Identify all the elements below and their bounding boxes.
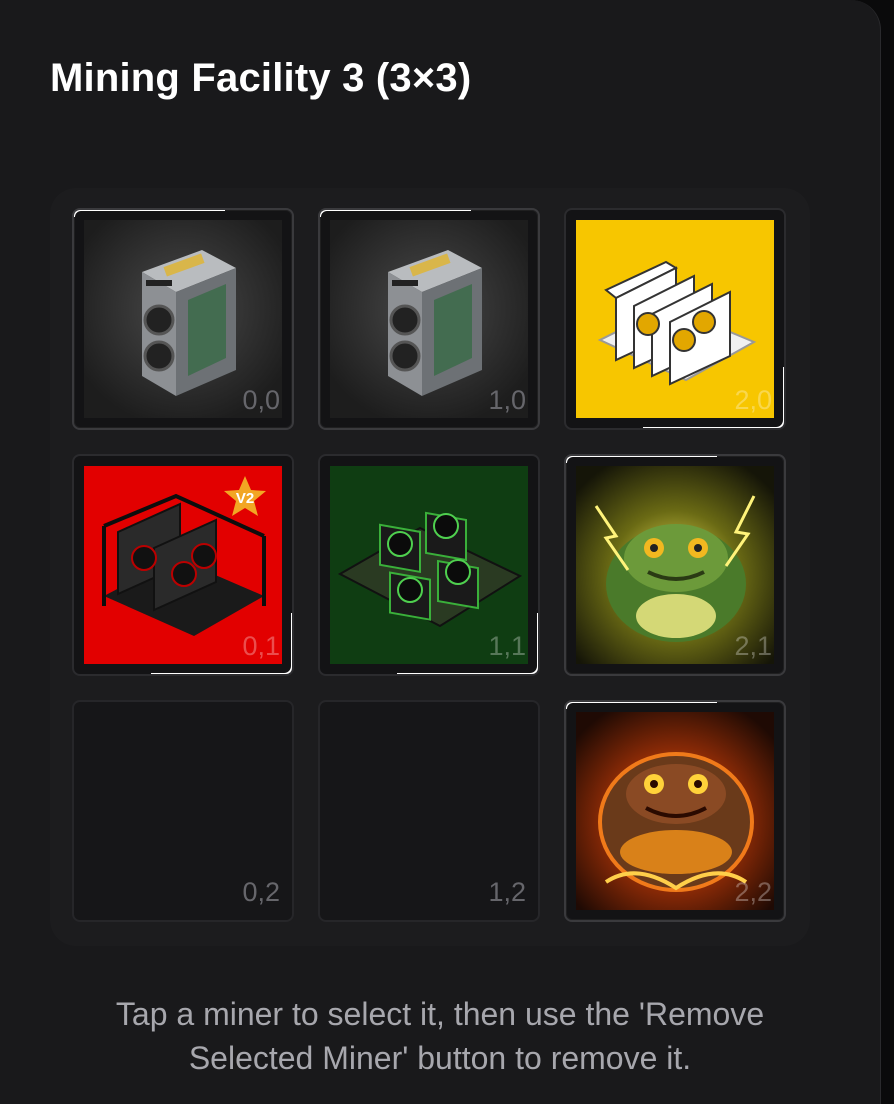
facility-panel: Mining Facility 3 (3×3) 0,0 1,0 2,0 V2 0… bbox=[0, 0, 881, 1104]
grid-cell-2-2[interactable]: 2,2 bbox=[564, 700, 786, 922]
cell-coordinate: 0,2 bbox=[242, 877, 280, 907]
miner-grid: 0,0 1,0 2,0 V2 0,1 1,1 2,1 0,2 1,2 2,2 bbox=[50, 188, 810, 946]
grid-cell-2-0[interactable]: 2,0 bbox=[564, 208, 786, 430]
cell-coordinate: 2,2 bbox=[734, 877, 772, 907]
grid-cell-1-0[interactable]: 1,0 bbox=[318, 208, 540, 430]
grid-cell-0-0[interactable]: 0,0 bbox=[72, 208, 294, 430]
facility-title: Mining Facility 3 (3×3) bbox=[50, 56, 472, 100]
fpga-board-green-image bbox=[330, 466, 528, 664]
grid-cell-1-2[interactable]: 1,2 bbox=[318, 700, 540, 922]
grid-cell-0-2[interactable]: 0,2 bbox=[72, 700, 294, 922]
cell-coordinate: 0,1 bbox=[242, 631, 280, 661]
grid-cell-1-1[interactable]: 1,1 bbox=[318, 454, 540, 676]
cell-coordinate: 1,2 bbox=[488, 877, 526, 907]
grid-cell-0-1[interactable]: V2 0,1 bbox=[72, 454, 294, 676]
cell-coordinate: 2,0 bbox=[734, 385, 772, 415]
instruction-line-2: Selected Miner' button to remove it. bbox=[188, 1040, 692, 1076]
cell-coordinate: 1,1 bbox=[488, 631, 526, 661]
grid-cell-2-1[interactable]: 2,1 bbox=[564, 454, 786, 676]
instruction-text: Tap a miner to select it, then use the '… bbox=[60, 992, 820, 1080]
instruction-line-1: Tap a miner to select it, then use the '… bbox=[115, 996, 765, 1032]
gpu-rig-white-image bbox=[576, 220, 774, 418]
cell-coordinate: 0,0 bbox=[242, 385, 280, 415]
version-badge: V2 bbox=[235, 490, 255, 507]
cell-coordinate: 2,1 bbox=[734, 631, 772, 661]
cell-coordinate: 1,0 bbox=[488, 385, 526, 415]
